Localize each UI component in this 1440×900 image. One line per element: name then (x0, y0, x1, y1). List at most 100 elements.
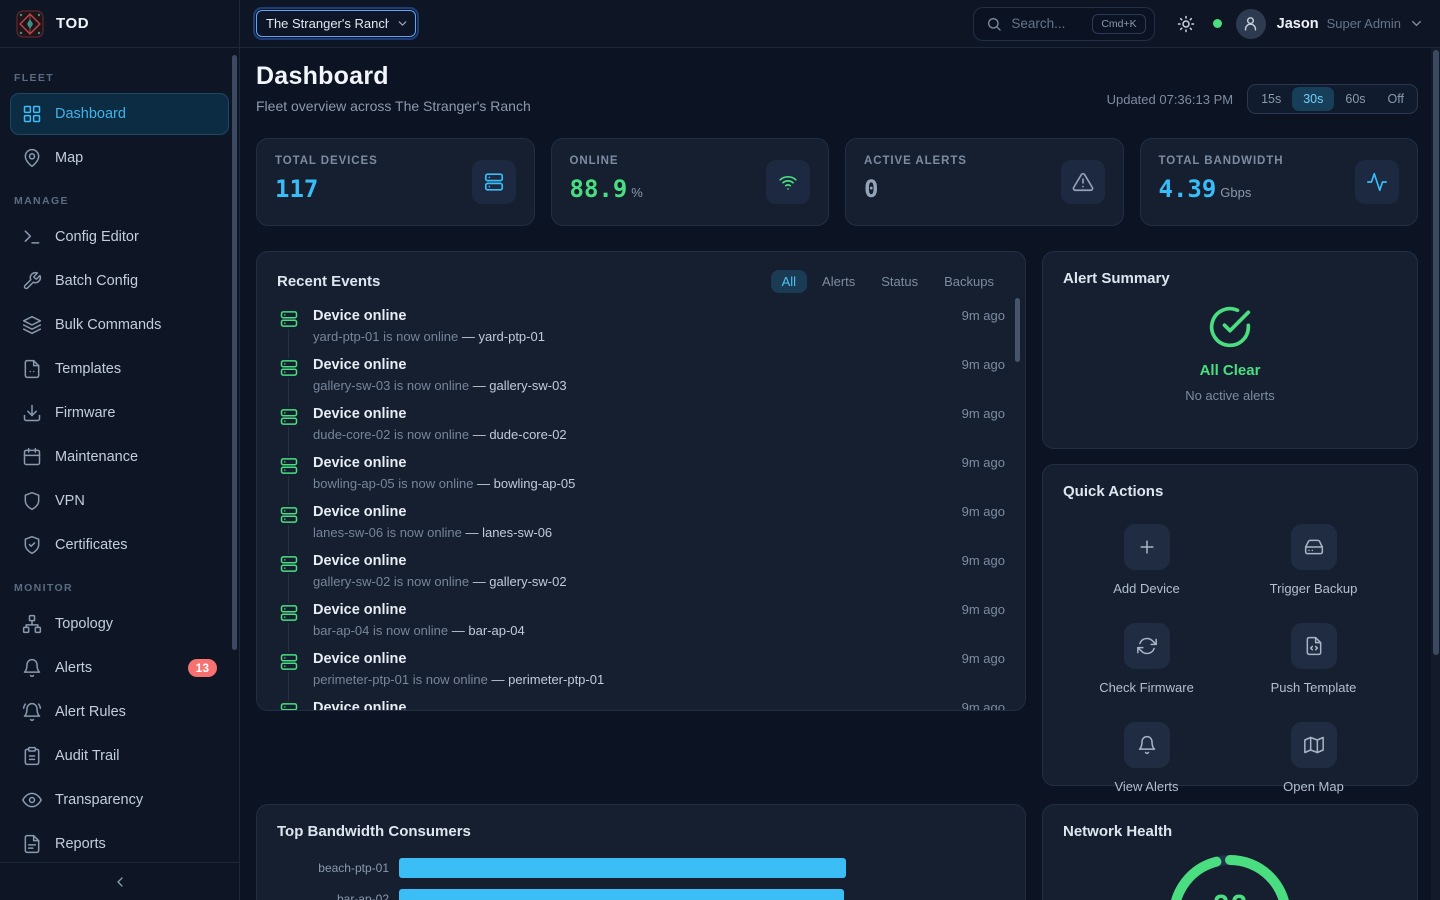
network-health-title: Network Health (1063, 823, 1172, 840)
events-tab-backups[interactable]: Backups (933, 270, 1005, 293)
sidebar-item-audit-trail[interactable]: Audit Trail (10, 735, 229, 777)
chevron-down-icon (1409, 16, 1424, 31)
stat-card-active-alerts: ACTIVE ALERTS0 (845, 138, 1124, 226)
event-row: Device online bowling-ap-05 is now online… (277, 455, 1005, 491)
stat-icon-well (1061, 160, 1105, 204)
event-time: 9m ago (962, 357, 1005, 393)
server-icon (279, 701, 299, 711)
quick-action-add-device[interactable]: Add Device (1063, 524, 1230, 596)
events-tab-status[interactable]: Status (870, 270, 929, 293)
chevron-left-icon (112, 874, 128, 890)
sidebar-item-reports[interactable]: Reports (10, 823, 229, 865)
quick-action-check-firmware[interactable]: Check Firmware (1063, 623, 1230, 695)
main-content: Dashboard Fleet overview across The Stra… (240, 48, 1440, 900)
main-scrollbar[interactable] (1433, 50, 1439, 655)
user-name: Jason (1277, 16, 1319, 32)
event-title: Device online (313, 406, 948, 422)
quick-action-label: Open Map (1283, 779, 1344, 794)
user-menu-button[interactable] (1409, 16, 1424, 31)
sidebar-item-topology[interactable]: Topology (10, 603, 229, 645)
sidebar-item-bulk-commands[interactable]: Bulk Commands (10, 304, 229, 346)
sidebar: FLEETDashboardMapMANAGEConfig EditorBatc… (0, 48, 240, 900)
refresh-option-off[interactable]: Off (1377, 87, 1415, 111)
search-input[interactable] (1011, 16, 1083, 31)
search-icon (986, 16, 1002, 32)
quick-action-push-template[interactable]: Push Template (1230, 623, 1397, 695)
avatar[interactable] (1236, 9, 1266, 39)
sidebar-item-vpn[interactable]: VPN (10, 480, 229, 522)
theme-toggle-button[interactable] (1173, 11, 1199, 37)
sidebar-section-manage: MANAGE (10, 181, 229, 216)
sidebar-item-config-editor[interactable]: Config Editor (10, 216, 229, 258)
sidebar-item-certificates[interactable]: Certificates (10, 524, 229, 566)
sidebar-item-map[interactable]: Map (10, 137, 229, 179)
sidebar-item-label: Maintenance (55, 449, 138, 465)
search-shortcut-hint: Cmd+K (1092, 14, 1145, 34)
events-tab-alerts[interactable]: Alerts (811, 270, 866, 293)
quick-action-icon-button[interactable] (1291, 524, 1337, 570)
event-row: Device onlineperimeter-ptp-01 is now onl… (277, 651, 1005, 687)
sidebar-item-label: Topology (55, 616, 113, 632)
bandwidth-bar (399, 889, 844, 900)
stat-value: 117 (275, 175, 378, 203)
alert-summary-title: Alert Summary (1063, 270, 1170, 287)
network-health-gauge: 88 (1063, 851, 1397, 900)
stat-label: TOTAL DEVICES (275, 155, 378, 167)
quick-action-view-alerts[interactable]: View Alerts (1063, 722, 1230, 794)
sidebar-item-firmware[interactable]: Firmware (10, 392, 229, 434)
quick-action-icon-button[interactable] (1291, 623, 1337, 669)
event-title: Device online (313, 455, 948, 471)
search-box[interactable]: Cmd+K (973, 7, 1154, 41)
event-row: Device onlinelanes-sw-06 is now online —… (277, 504, 1005, 540)
sidebar-item-label: Alerts (55, 660, 92, 676)
quick-action-icon-button[interactable] (1124, 722, 1170, 768)
quick-actions-grid: Add DeviceTrigger BackupCheck FirmwarePu… (1063, 524, 1397, 794)
plus-icon (1137, 537, 1157, 557)
sidebar-item-transparency[interactable]: Transparency (10, 779, 229, 821)
bandwidth-bar-row: bar-ap-02 (277, 889, 1005, 900)
sidebar-item-maintenance[interactable]: Maintenance (10, 436, 229, 478)
bandwidth-bar (399, 858, 846, 878)
stat-icon-well (1355, 160, 1399, 204)
site-selector[interactable]: The Stranger's Ranch (256, 10, 416, 37)
event-subtitle: bowling-ap-05 is now online — bowling-ap… (313, 476, 948, 491)
user-role: Super Admin (1327, 16, 1401, 31)
sidebar-item-alert-rules[interactable]: Alert Rules (10, 691, 229, 733)
calendar-icon (22, 447, 42, 467)
refresh-option-30s[interactable]: 30s (1292, 87, 1334, 111)
sidebar-item-dashboard[interactable]: Dashboard (10, 93, 229, 135)
quick-action-icon-button[interactable] (1124, 623, 1170, 669)
network-health-panel: Network Health 88 (1042, 804, 1418, 900)
sidebar-nav: FLEETDashboardMapMANAGEConfig EditorBatc… (10, 56, 229, 865)
events-scrollbar[interactable] (1015, 298, 1020, 362)
stats-row: TOTAL DEVICES117ONLINE88.9%ACTIVE ALERTS… (256, 138, 1418, 226)
quick-action-icon-button[interactable] (1291, 722, 1337, 768)
event-time: 9m ago (962, 700, 1005, 711)
sidebar-item-batch-config[interactable]: Batch Config (10, 260, 229, 302)
sidebar-scrollbar[interactable] (232, 55, 237, 650)
site-selector-wrap: The Stranger's Ranch (256, 10, 416, 37)
refresh-option-15s[interactable]: 15s (1250, 87, 1292, 111)
sidebar-item-label: Transparency (55, 792, 143, 808)
sidebar-collapse-button[interactable] (0, 862, 239, 900)
quick-actions-title: Quick Actions (1063, 483, 1163, 500)
quick-action-open-map[interactable]: Open Map (1230, 722, 1397, 794)
brand-name: TOD (56, 15, 89, 32)
stat-icon-well (766, 160, 810, 204)
quick-action-icon-button[interactable] (1124, 524, 1170, 570)
server-icon (279, 407, 299, 427)
events-tab-all[interactable]: All (771, 270, 807, 293)
stat-value: 88.9% (570, 175, 643, 203)
sidebar-item-templates[interactable]: Templates (10, 348, 229, 390)
event-subtitle: gallery-sw-03 is now online — gallery-sw… (313, 378, 948, 393)
event-title: Device online (313, 602, 948, 618)
event-time: 9m ago (962, 308, 1005, 344)
quick-action-trigger-backup[interactable]: Trigger Backup (1230, 524, 1397, 596)
stat-card-total-bandwidth: TOTAL BANDWIDTH4.39Gbps (1140, 138, 1419, 226)
alert-summary-panel: Alert Summary All Clear No active alerts (1042, 251, 1418, 449)
bandwidth-chart: beach-ptp-01bar-ap-02 (277, 858, 1005, 900)
topbar-right: Cmd+K Jason Super Admin (973, 7, 1440, 41)
event-time: 9m ago (962, 651, 1005, 687)
refresh-option-60s[interactable]: 60s (1334, 87, 1376, 111)
sidebar-item-alerts[interactable]: Alerts13 (10, 647, 229, 689)
